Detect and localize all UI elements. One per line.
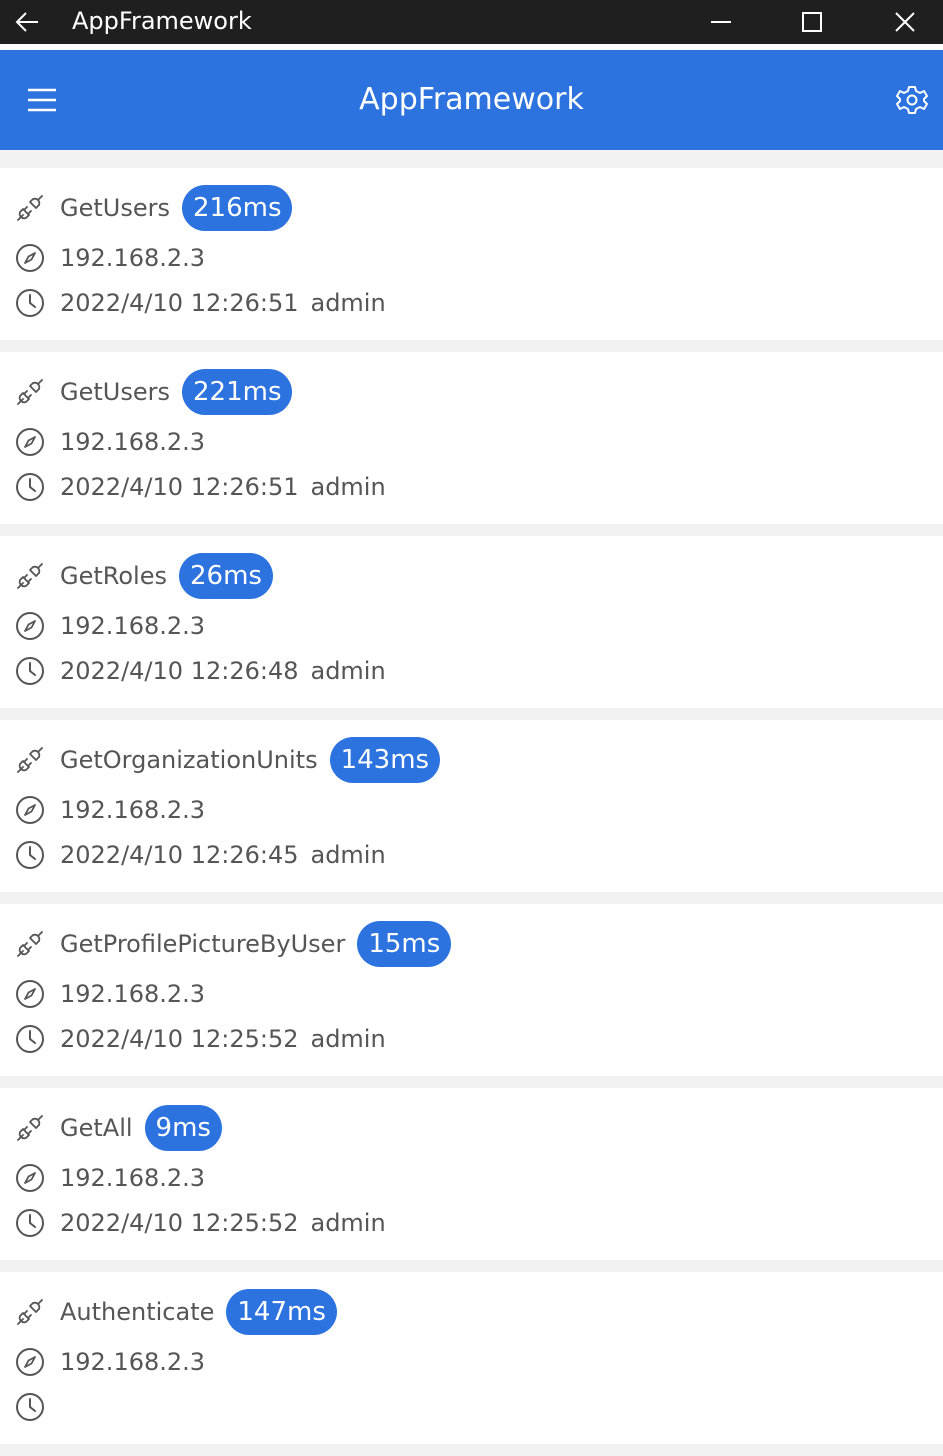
list-item[interactable]: Authenticate 147ms 192.168.2.3 [0,1272,943,1444]
list-item[interactable]: GetUsers 216ms 192.168.2.3 2022/4/10 12:… [0,168,943,340]
window-titlebar: AppFramework [0,0,943,44]
compass-icon [16,796,44,824]
clock-icon [16,473,44,501]
compass-icon [16,1348,44,1376]
compass-icon [16,612,44,640]
client-ip: 192.168.2.3 [60,612,206,640]
clock-icon [16,841,44,869]
duration-badge: 221ms [181,369,293,415]
compass-icon [16,980,44,1008]
client-ip: 192.168.2.3 [60,244,206,272]
client-ip: 192.168.2.3 [60,796,206,824]
method-name: GetOrganizationUnits [60,746,318,774]
list-item[interactable]: GetUsers 221ms 192.168.2.3 2022/4/10 12:… [0,352,943,524]
maximize-icon[interactable] [791,6,833,38]
clock-icon [16,1025,44,1053]
close-icon[interactable] [884,6,926,38]
plug-icon [17,747,43,773]
duration-badge: 216ms [181,185,293,231]
execution-time: 2022/4/10 12:26:51 [60,289,299,317]
list-item[interactable]: GetProfilePictureByUser 15ms 192.168.2.3… [0,904,943,1076]
duration-badge: 26ms [179,553,273,599]
duration-badge: 9ms [144,1105,222,1151]
client-ip: 192.168.2.3 [60,980,206,1008]
compass-icon [16,1164,44,1192]
list-item[interactable]: GetAll 9ms 192.168.2.3 2022/4/10 12:25:5… [0,1088,943,1260]
method-name: GetAll [60,1114,133,1142]
audit-log-list: GetUsers 216ms 192.168.2.3 2022/4/10 12:… [0,168,943,1456]
user-name: admin [310,657,386,685]
method-name: GetUsers [60,194,170,222]
clock-icon [16,289,44,317]
user-name: admin [310,289,386,317]
clock-icon [16,657,44,685]
execution-time: 2022/4/10 12:25:52 [60,1209,299,1237]
clock-icon [16,1209,44,1237]
method-name: GetUsers [60,378,170,406]
execution-time: 2022/4/10 12:26:48 [60,657,299,685]
arrow-left-icon[interactable] [12,6,44,38]
user-name: admin [310,1209,386,1237]
execution-time: 2022/4/10 12:26:51 [60,473,299,501]
list-item[interactable]: GetRoles 26ms 192.168.2.3 2022/4/10 12:2… [0,536,943,708]
user-name: admin [310,1025,386,1053]
duration-badge: 15ms [357,921,452,967]
duration-badge: 147ms [226,1289,337,1335]
page-title: AppFramework [359,82,584,117]
plug-icon [17,1299,43,1325]
plug-icon [17,379,43,405]
method-name: Authenticate [60,1298,215,1326]
execution-time: 2022/4/10 12:25:52 [60,1025,299,1053]
clock-icon [16,1393,44,1421]
execution-time: 2022/4/10 12:26:45 [60,841,299,869]
method-name: GetProfilePictureByUser [60,930,346,958]
client-ip: 192.168.2.3 [60,428,206,456]
duration-badge: 143ms [329,737,441,783]
list-item[interactable]: GetOrganizationUnits 143ms 192.168.2.3 2… [0,720,943,892]
user-name: admin [310,841,386,869]
gear-icon[interactable] [890,82,934,118]
window-title: AppFramework [72,7,252,35]
client-ip: 192.168.2.3 [60,1164,206,1192]
plug-icon [17,195,43,221]
plug-icon [17,1115,43,1141]
minimize-icon[interactable] [700,6,742,38]
method-name: GetRoles [60,562,167,590]
compass-icon [16,244,44,272]
user-name: admin [310,473,386,501]
client-ip: 192.168.2.3 [60,1348,206,1376]
plug-icon [17,931,43,957]
plug-icon [17,563,43,589]
compass-icon [16,428,44,456]
app-bar: AppFramework [0,50,943,150]
